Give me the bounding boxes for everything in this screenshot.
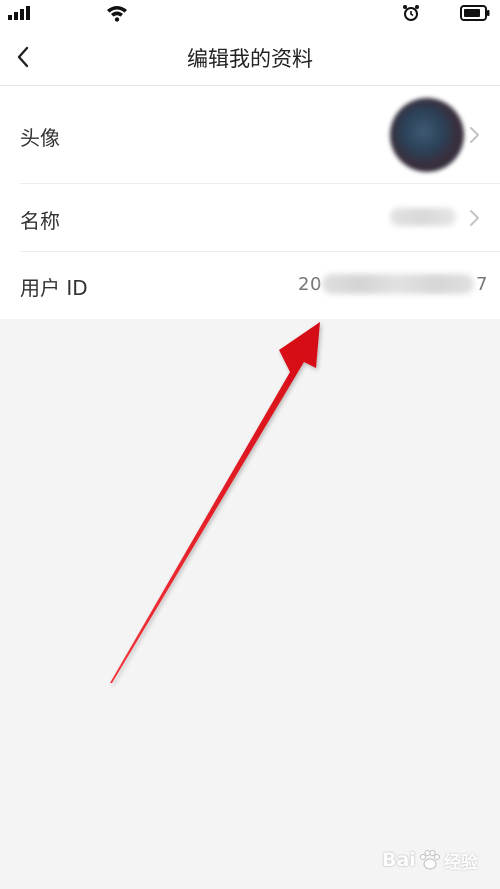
baidu-jingyan-watermark: Bai 经验 bbox=[382, 838, 492, 882]
user-id-row: 用户 ID 20 7 bbox=[0, 252, 500, 319]
cellular-signal-icon bbox=[8, 6, 30, 20]
paw-icon bbox=[419, 850, 440, 870]
chevron-right-icon bbox=[470, 210, 479, 226]
battery-icon bbox=[460, 5, 490, 21]
name-value-blurred bbox=[390, 208, 456, 226]
profile-settings-list: 头像 名称 用户 ID 20 7 bbox=[0, 86, 500, 319]
navigation-bar: 编辑我的资料 bbox=[0, 28, 500, 86]
user-id-row-label: 用户 ID bbox=[20, 276, 88, 300]
name-row[interactable]: 名称 bbox=[0, 184, 500, 252]
watermark-text-latin: Bai bbox=[382, 849, 416, 871]
user-id-prefix: 20 bbox=[298, 274, 322, 295]
avatar[interactable] bbox=[390, 98, 464, 172]
name-row-label: 名称 bbox=[20, 209, 60, 233]
avatar-row-label: 头像 bbox=[20, 126, 60, 150]
watermark-text-cn: 经验 bbox=[443, 852, 478, 873]
user-id-value-blurred bbox=[322, 274, 474, 294]
wifi-icon bbox=[107, 6, 127, 22]
page-title: 编辑我的资料 bbox=[187, 47, 313, 71]
avatar-row[interactable]: 头像 bbox=[0, 86, 500, 184]
chevron-right-icon bbox=[470, 127, 479, 143]
alarm-clock-icon bbox=[403, 5, 419, 21]
status-bar bbox=[0, 0, 500, 28]
user-id-suffix: 7 bbox=[476, 274, 488, 295]
